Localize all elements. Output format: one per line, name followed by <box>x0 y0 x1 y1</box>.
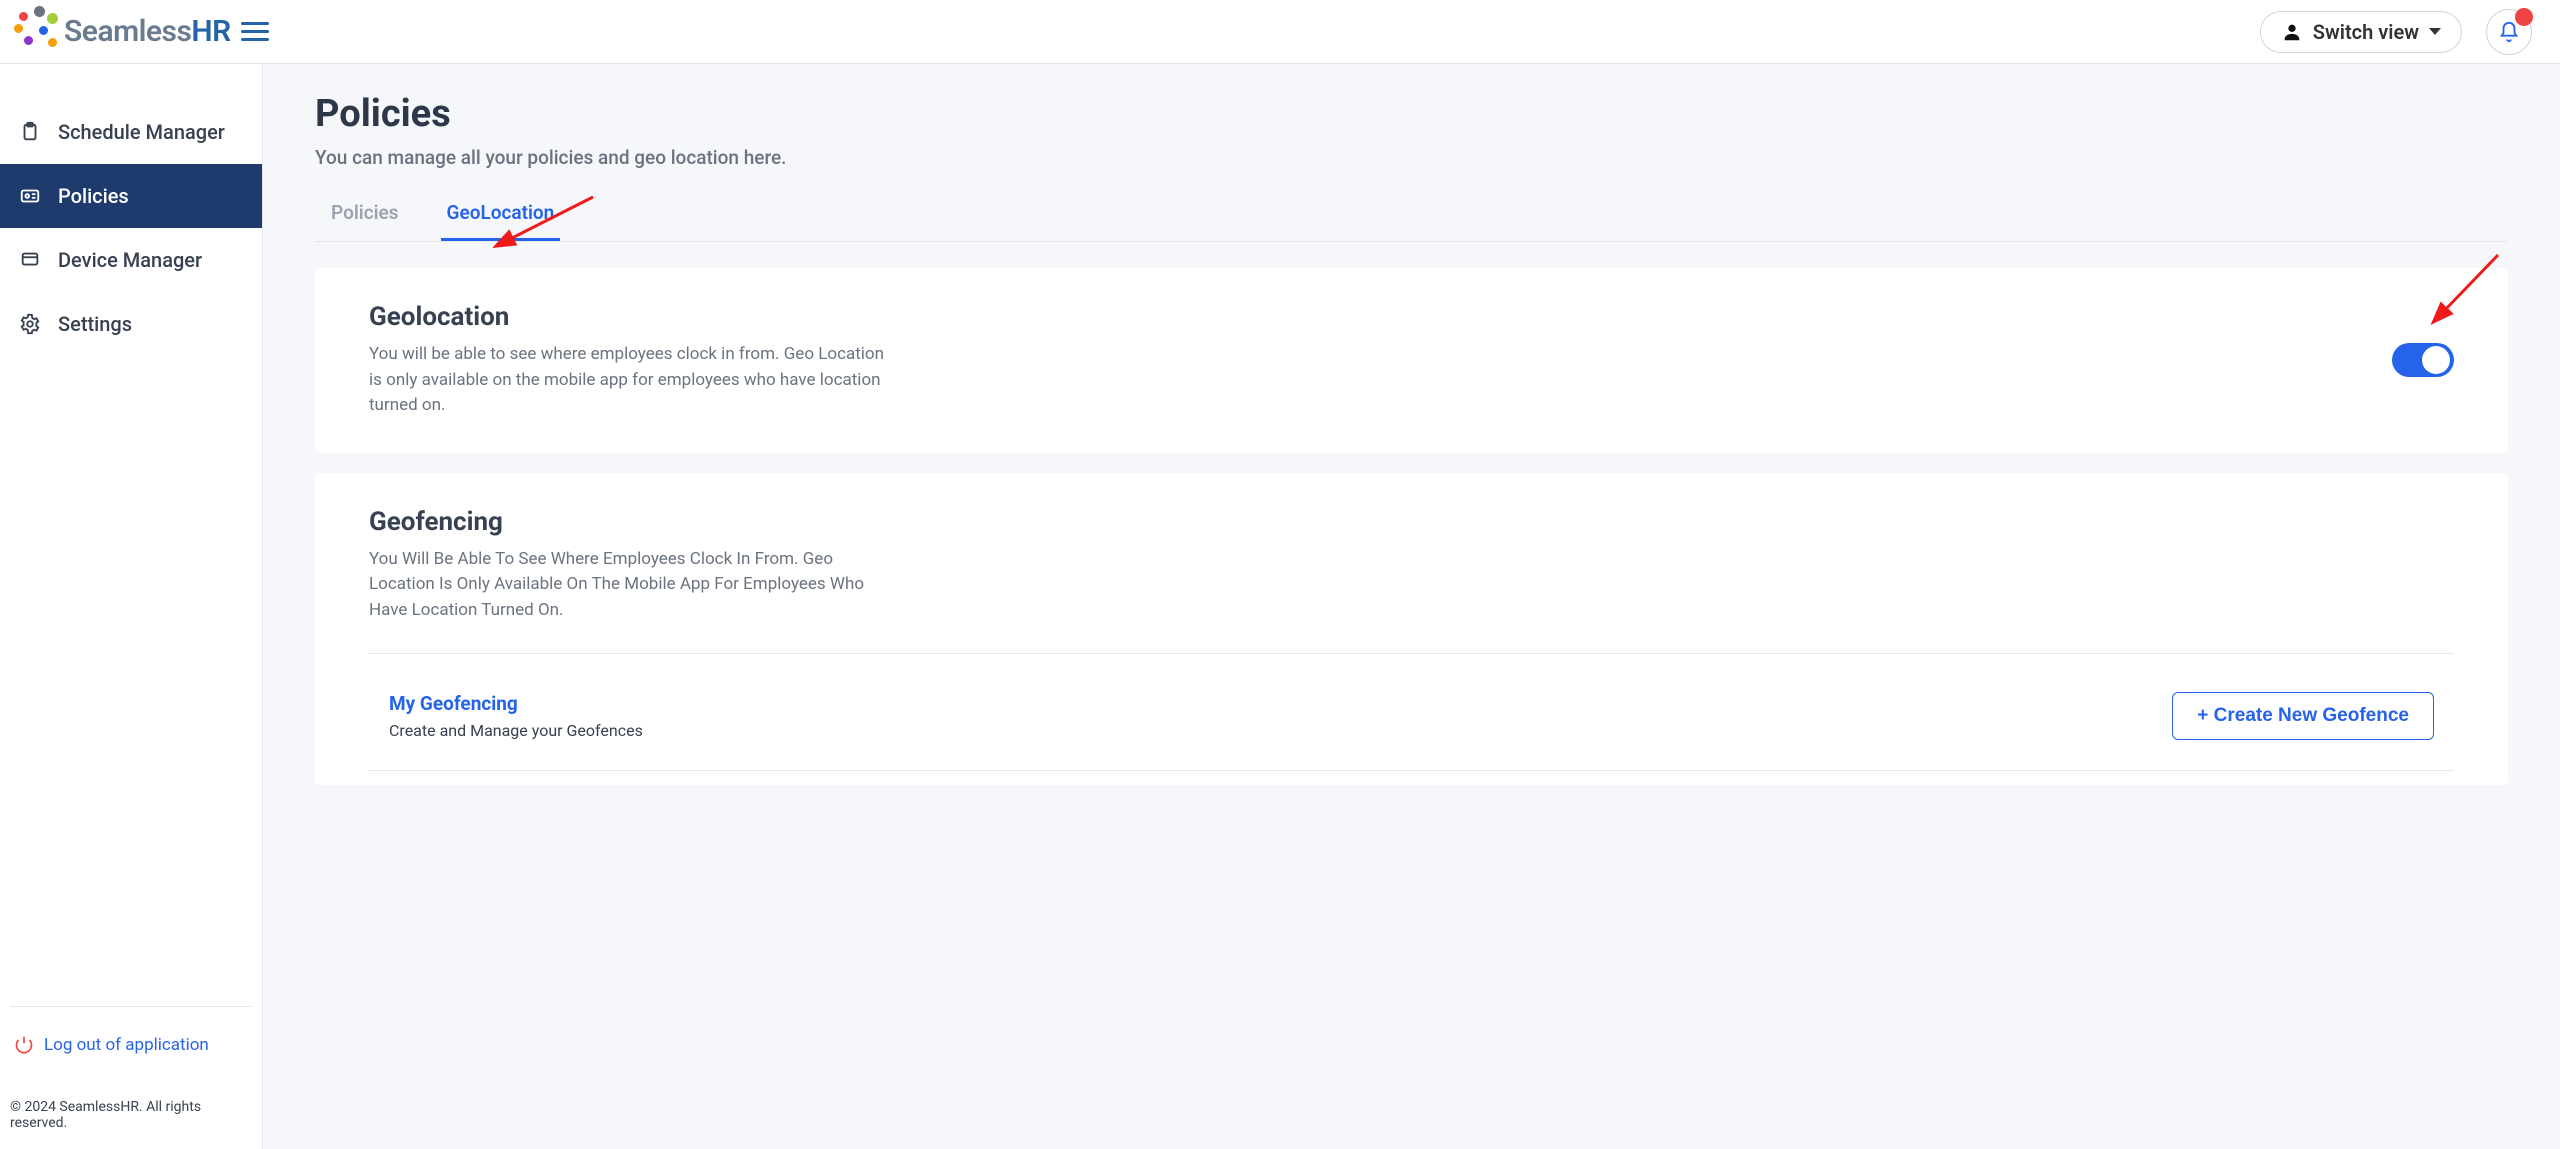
clipboard-icon <box>18 120 42 144</box>
card-title: Geofencing <box>369 507 2454 537</box>
tab-policies[interactable]: Policies <box>325 191 405 241</box>
card-title: Geolocation <box>369 302 889 332</box>
sidebar-item-label: Settings <box>58 312 132 336</box>
tab-geolocation[interactable]: GeoLocation <box>441 191 561 241</box>
card-description: You Will Be Able To See Where Employees … <box>369 547 889 624</box>
sidebar: Schedule Manager Policies Device Manager… <box>0 64 263 1149</box>
copyright: © 2024 SeamlessHR. All rights reserved. <box>10 1099 252 1131</box>
switch-view-label: Switch view <box>2313 20 2419 44</box>
sidebar-bottom: Log out of application © 2024 SeamlessHR… <box>0 1006 262 1149</box>
logo-text-hr: HR <box>191 14 230 49</box>
device-icon <box>18 248 42 272</box>
sidebar-item-settings[interactable]: Settings <box>0 292 262 356</box>
create-geofence-button[interactable]: + Create New Geofence <box>2172 692 2434 740</box>
card-description: You will be able to see where employees … <box>369 342 889 419</box>
logout-link[interactable]: Log out of application <box>10 1035 252 1055</box>
sidebar-item-label: Device Manager <box>58 248 202 272</box>
sidebar-item-policies[interactable]: Policies <box>0 164 262 228</box>
my-geofencing-row: My Geofencing Create and Manage your Geo… <box>369 654 2454 771</box>
main: Policies You can manage all your policie… <box>263 64 2560 1149</box>
logout-label: Log out of application <box>44 1035 209 1055</box>
geofencing-card: Geofencing You Will Be Able To See Where… <box>315 473 2508 786</box>
sidebar-item-device-manager[interactable]: Device Manager <box>0 228 262 292</box>
logo-icon <box>14 10 58 54</box>
logo-text: SeamlessHR <box>64 14 231 49</box>
id-card-icon <box>18 184 42 208</box>
bell-icon <box>2498 21 2520 43</box>
my-geofencing-description: Create and Manage your Geofences <box>389 721 643 740</box>
caret-down-icon <box>2429 28 2441 35</box>
geolocation-card: Geolocation You will be able to see wher… <box>315 268 2508 453</box>
person-icon <box>2281 21 2303 43</box>
sidebar-item-schedule-manager[interactable]: Schedule Manager <box>0 100 262 164</box>
switch-view-button[interactable]: Switch view <box>2260 11 2462 53</box>
my-geofencing-text: My Geofencing Create and Manage your Geo… <box>389 692 643 740</box>
page-title: Policies <box>315 92 2508 136</box>
logo-text-seamless: Seamless <box>64 14 191 49</box>
brand-area: SeamlessHR <box>14 10 269 54</box>
topbar-right: Switch view <box>2260 9 2532 55</box>
page-subtitle: You can manage all your policies and geo… <box>315 146 2508 169</box>
geolocation-text: Geolocation You will be able to see wher… <box>369 302 889 419</box>
menu-toggle-icon[interactable] <box>241 18 269 46</box>
shell: Schedule Manager Policies Device Manager… <box>0 64 2560 1149</box>
sidebar-item-label: Schedule Manager <box>58 120 225 144</box>
sidebar-divider <box>10 1006 252 1007</box>
my-geofencing-title: My Geofencing <box>389 692 643 715</box>
annotation-arrow-toggle <box>2428 250 2508 330</box>
topbar: SeamlessHR Switch view <box>0 0 2560 64</box>
notifications-button[interactable] <box>2486 9 2532 55</box>
geolocation-toggle[interactable] <box>2392 343 2454 377</box>
gear-icon <box>18 312 42 336</box>
tabs: Policies GeoLocation <box>315 191 2508 242</box>
sidebar-nav: Schedule Manager Policies Device Manager… <box>0 100 262 356</box>
power-icon <box>14 1035 34 1055</box>
sidebar-item-label: Policies <box>58 184 129 208</box>
